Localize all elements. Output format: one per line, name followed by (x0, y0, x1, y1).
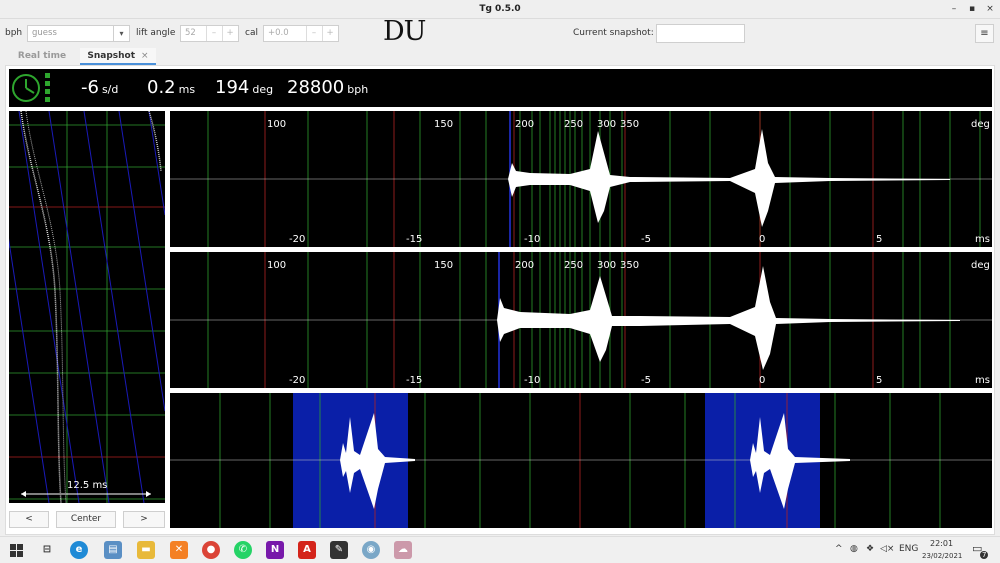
tic-waveform-graph: 100 150 200 250 300 350 deg -20 -15 -10 … (170, 111, 992, 247)
ms-tick: -5 (641, 234, 651, 245)
deg-tick: 200 (515, 119, 534, 130)
deg-tick: 250 (564, 260, 583, 271)
notification-badge: 7 (980, 551, 989, 559)
cal-value: +0.0 (268, 28, 289, 38)
lift-angle-spinner[interactable]: 52 – + (180, 25, 239, 42)
ms-tick: -15 (406, 375, 422, 386)
task-view-icon[interactable]: ⊟ (38, 541, 56, 559)
amplitude-readout: 194 deg (215, 77, 274, 98)
dropbox-icon[interactable]: ❖ (866, 544, 874, 554)
lift-angle-label: lift angle (136, 28, 176, 38)
hamburger-icon: ≡ (980, 28, 989, 39)
deg-tick: 100 (267, 260, 286, 271)
deg-tick: 150 (434, 260, 453, 271)
onenote-icon[interactable]: N (266, 541, 284, 559)
paper-center-button[interactable]: Center (56, 511, 116, 528)
deg-tick: 100 (267, 119, 286, 130)
chevron-up-icon[interactable]: ^ (835, 544, 843, 554)
cloud-app-icon[interactable]: ☁ (394, 541, 412, 559)
close-tab-icon[interactable]: × (141, 51, 149, 61)
tab-snapshot[interactable]: Snapshot × (80, 48, 156, 65)
lift-angle-decrease-button[interactable]: – (206, 26, 221, 41)
lift-angle-value: 52 (185, 28, 196, 38)
current-snapshot-input[interactable] (656, 24, 745, 43)
ms-tick: 5 (876, 375, 882, 386)
minimize-button[interactable]: – (945, 0, 963, 19)
deg-tick: 300 (597, 119, 616, 130)
close-button[interactable]: × (981, 0, 999, 19)
ms-tick: 0 (759, 375, 765, 386)
ms-tick: -20 (289, 375, 305, 386)
ms-tick: -10 (524, 234, 540, 245)
whatsapp-icon[interactable]: ✆ (234, 541, 252, 559)
deg-tick: 250 (564, 119, 583, 130)
status-indicator-icon (12, 73, 50, 102)
status-display: -6 s/d 0.2 ms 194 deg 28800 bph (9, 69, 992, 107)
taskbar: ⊟ e ▤ ▬ ✕ ● ✆ N A ✎ ◉ ☁ ^ ◍ ❖ ◁× ENG 22:… (0, 536, 1000, 563)
ms-tick: 5 (876, 234, 882, 245)
ms-tick: -10 (524, 375, 540, 386)
paper-scale-label: 12.5 ms (67, 480, 108, 491)
paper-next-button[interactable]: > (123, 511, 165, 528)
deg-tick: 350 (620, 260, 639, 271)
maximize-button[interactable]: ▪ (963, 0, 981, 19)
language-indicator[interactable]: ENG (899, 544, 918, 554)
cal-spinner[interactable]: +0.0 – + (263, 25, 339, 42)
cal-label: cal (245, 28, 258, 38)
bph-select-value: guess (32, 28, 57, 38)
paper-strip-plot (9, 111, 165, 503)
inkscape-icon[interactable]: ✎ (330, 541, 348, 559)
speaker-muted-icon[interactable]: ◁× (880, 544, 894, 554)
file-explorer-icon[interactable]: ▤ (104, 541, 122, 559)
paper-prev-button[interactable]: < (9, 511, 49, 528)
deg-tick: 350 (620, 119, 639, 130)
bph-readout: 28800 bph (287, 77, 369, 98)
bph-select[interactable]: guess ▾ (27, 25, 130, 42)
menu-button[interactable]: ≡ (975, 24, 994, 43)
toolbar: bph guess ▾ lift angle 52 – + cal +0.0 –… (0, 20, 1000, 46)
ms-tick: -15 (406, 234, 422, 245)
toc-waveform-plot: 100 150 200 250 300 350 deg -20 -15 -10 … (170, 252, 992, 388)
deg-tick: 150 (434, 119, 453, 130)
beat-error-readout: 0.2 ms (147, 77, 196, 98)
clock-time[interactable]: 22:01 (930, 539, 953, 548)
ms-tick: 0 (759, 234, 765, 245)
clock-date[interactable]: 23/02/2021 (922, 552, 962, 560)
network-icon[interactable]: ◍ (850, 544, 858, 554)
ms-tick: -5 (641, 375, 651, 386)
lift-angle-increase-button[interactable]: + (222, 26, 237, 41)
deg-unit-label: deg (971, 260, 990, 271)
deg-unit-label: deg (971, 119, 990, 130)
cal-increase-button[interactable]: + (322, 26, 337, 41)
ms-tick: -20 (289, 234, 305, 245)
cal-decrease-button[interactable]: – (306, 26, 321, 41)
acrobat-icon[interactable]: A (298, 541, 316, 559)
period-graph (170, 393, 992, 528)
ms-unit-label: ms (975, 234, 990, 245)
chrome-icon[interactable]: ● (202, 541, 220, 559)
rate-readout: -6 s/d (81, 77, 119, 98)
tab-real-time[interactable]: Real time (5, 48, 79, 65)
bph-label: bph (5, 28, 23, 38)
deg-tick: 300 (597, 260, 616, 271)
paper-strip[interactable]: 12.5 ms (9, 111, 165, 503)
tg-app-icon[interactable]: ◉ (362, 541, 380, 559)
toc-waveform-graph: 100 150 200 250 300 350 deg -20 -15 -10 … (170, 252, 992, 388)
ms-unit-label: ms (975, 375, 990, 386)
deg-tick: 200 (515, 260, 534, 271)
period-plot (170, 393, 992, 528)
xampp-icon[interactable]: ✕ (170, 541, 188, 559)
logo-text: DU (383, 16, 426, 47)
folder-icon[interactable]: ▬ (137, 541, 155, 559)
edge-icon[interactable]: e (70, 541, 88, 559)
window-title: Tg 0.5.0 (479, 4, 521, 14)
chevron-down-icon[interactable]: ▾ (113, 26, 129, 41)
current-snapshot-label: Current snapshot: (573, 28, 654, 38)
tic-waveform-plot: 100 150 200 250 300 350 deg -20 -15 -10 … (170, 111, 992, 247)
windows-start-icon[interactable] (10, 544, 23, 557)
title-bar: Tg 0.5.0 – ▪ × (0, 0, 1000, 19)
